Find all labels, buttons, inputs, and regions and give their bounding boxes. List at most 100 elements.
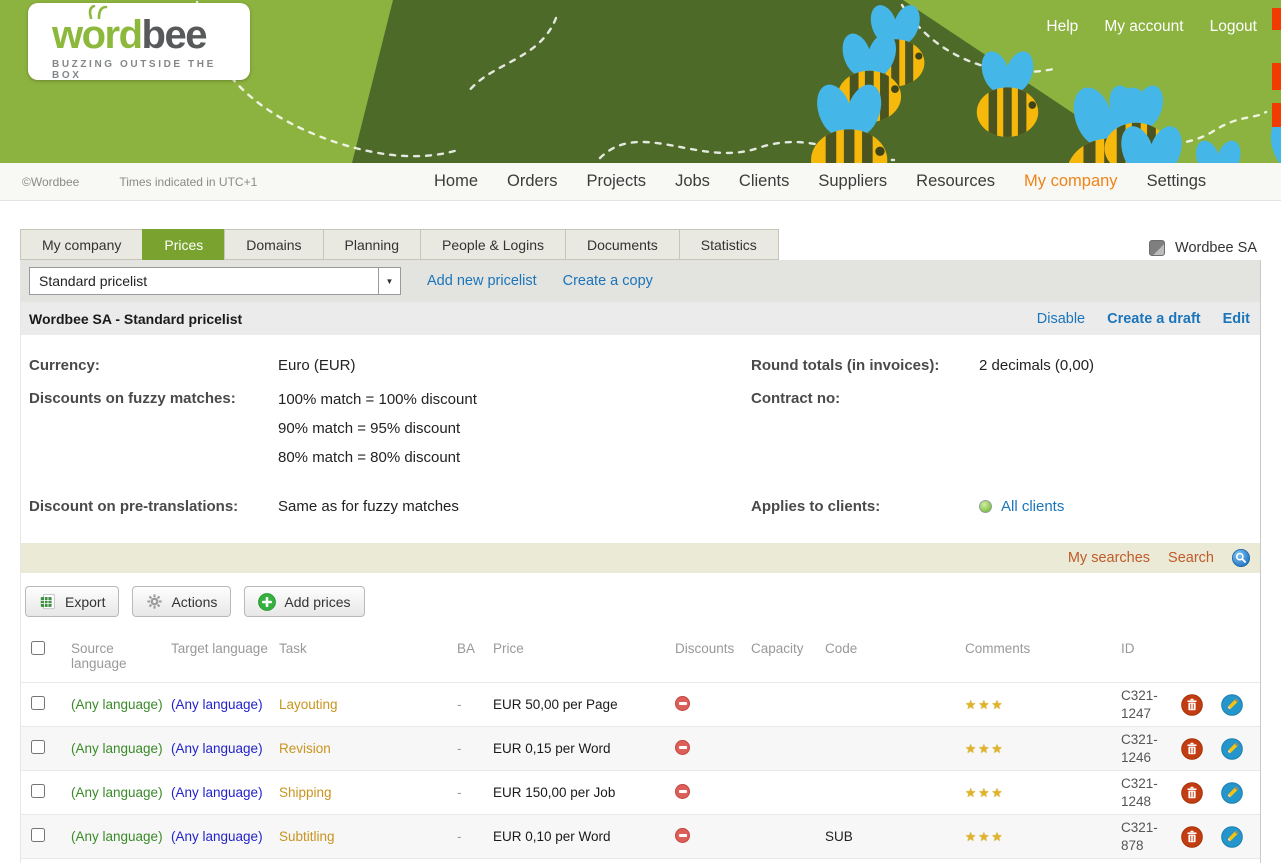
row-id: C321-1246 xyxy=(1121,731,1181,766)
chevron-down-icon[interactable]: ▼ xyxy=(378,268,400,294)
tab-domains[interactable]: Domains xyxy=(224,229,323,260)
search-link[interactable]: Search xyxy=(1168,550,1214,566)
table-row: (Any language) (Any language) Translatio… xyxy=(21,858,1260,863)
pricelist-select[interactable]: Standard pricelist ▼ xyxy=(29,267,401,295)
price-value: EUR 0,15 per Word xyxy=(493,741,675,756)
target-language: (Any language) xyxy=(171,829,279,844)
contract-no-label: Contract no: xyxy=(751,390,979,472)
pricelist-title-row: Wordbee SA - Standard pricelist Disable … xyxy=(21,302,1260,335)
nav-item-home[interactable]: Home xyxy=(434,172,478,191)
source-language: (Any language) xyxy=(71,697,171,712)
scrollbar-marker xyxy=(1272,8,1281,30)
edit-icon[interactable] xyxy=(1221,782,1243,804)
col-capacity[interactable]: Capacity xyxy=(751,641,825,656)
export-button[interactable]: Export xyxy=(25,586,119,617)
nav-item-suppliers[interactable]: Suppliers xyxy=(818,172,887,191)
source-language: (Any language) xyxy=(71,785,171,800)
row-id: C321-1247 xyxy=(1121,687,1181,722)
tab-my-company[interactable]: My company xyxy=(20,229,143,260)
nav-item-settings[interactable]: Settings xyxy=(1147,172,1207,191)
edit-icon[interactable] xyxy=(1221,694,1243,716)
nav-item-jobs[interactable]: Jobs xyxy=(675,172,710,191)
wordbee-logo: wordbee BUZZING OUTSIDE THE BOX xyxy=(28,3,250,80)
create-copy-link[interactable]: Create a copy xyxy=(563,273,653,289)
add-new-pricelist-link[interactable]: Add new pricelist xyxy=(427,273,537,289)
task-link[interactable]: Shipping xyxy=(279,785,332,800)
table-body: (Any language) (Any language) Layouting … xyxy=(21,682,1260,863)
create-draft-link[interactable]: Create a draft xyxy=(1107,311,1200,327)
nav-item-clients[interactable]: Clients xyxy=(739,172,789,191)
edit-icon[interactable] xyxy=(1221,738,1243,760)
help-link[interactable]: Help xyxy=(1046,18,1078,36)
row-checkbox[interactable] xyxy=(31,740,45,754)
currency-label: Currency: xyxy=(29,357,278,374)
delete-icon[interactable] xyxy=(1181,782,1203,804)
table-row: (Any language) (Any language) Shipping -… xyxy=(21,770,1260,814)
target-language: (Any language) xyxy=(171,741,279,756)
edit-link[interactable]: Edit xyxy=(1223,311,1250,327)
tab-people-logins[interactable]: People & Logins xyxy=(420,229,566,260)
tab-documents[interactable]: Documents xyxy=(565,229,680,260)
pretranslation-discount-value: Same as for fuzzy matches xyxy=(278,498,751,515)
col-target-language[interactable]: Target language xyxy=(171,641,279,656)
row-id: C321-1248 xyxy=(1121,775,1181,810)
company-badge: Wordbee SA xyxy=(1149,240,1257,256)
col-source-language[interactable]: Source language xyxy=(71,641,171,671)
ba-value: - xyxy=(457,785,493,800)
my-searches-link[interactable]: My searches xyxy=(1068,550,1150,566)
account-links: Help My account Logout xyxy=(1046,18,1257,36)
nav-item-orders[interactable]: Orders xyxy=(507,172,557,191)
col-discounts[interactable]: Discounts xyxy=(675,641,751,656)
pricelist-title: Wordbee SA - Standard pricelist xyxy=(29,311,242,327)
tab-statistics[interactable]: Statistics xyxy=(679,229,779,260)
logo-tagline: BUZZING OUTSIDE THE BOX xyxy=(52,59,250,81)
header-banner: wordbee BUZZING OUTSIDE THE BOX Help My … xyxy=(0,0,1281,163)
col-task[interactable]: Task xyxy=(279,641,457,656)
delete-icon[interactable] xyxy=(1181,694,1203,716)
main-nav: Home Orders Projects Jobs Clients Suppli… xyxy=(434,163,1206,200)
company-icon xyxy=(1149,240,1165,256)
col-price[interactable]: Price xyxy=(493,641,675,656)
tab-prices[interactable]: Prices xyxy=(142,229,225,260)
excel-icon xyxy=(39,593,57,611)
discount-denied-icon xyxy=(675,696,690,711)
nav-item-projects[interactable]: Projects xyxy=(586,172,646,191)
delete-icon[interactable] xyxy=(1181,826,1203,848)
actions-button[interactable]: Actions xyxy=(132,586,231,617)
col-comments[interactable]: Comments xyxy=(965,641,1121,656)
prices-panel: Standard pricelist ▼ Add new pricelist C… xyxy=(20,260,1261,863)
row-id: C321-878 xyxy=(1121,819,1181,854)
disable-link[interactable]: Disable xyxy=(1037,311,1085,327)
price-value: EUR 150,00 per Job xyxy=(493,785,675,800)
my-account-link[interactable]: My account xyxy=(1104,18,1183,36)
col-code[interactable]: Code xyxy=(825,641,965,656)
row-checkbox[interactable] xyxy=(31,696,45,710)
round-totals-value: 2 decimals (0,00) xyxy=(979,357,1260,374)
select-all-checkbox[interactable] xyxy=(31,641,45,655)
round-totals-label: Round totals (in invoices): xyxy=(751,357,979,374)
col-id[interactable]: ID xyxy=(1121,641,1181,656)
task-link[interactable]: Subtitling xyxy=(279,829,335,844)
task-link[interactable]: Revision xyxy=(279,741,331,756)
all-clients-status-icon xyxy=(979,500,992,513)
col-ba[interactable]: BA xyxy=(457,641,493,656)
comments-rating: ★★★ xyxy=(965,741,1121,756)
currency-value: Euro (EUR) xyxy=(278,357,751,374)
delete-icon[interactable] xyxy=(1181,738,1203,760)
all-clients-link[interactable]: All clients xyxy=(1001,498,1064,515)
pricelist-select-row: Standard pricelist ▼ Add new pricelist C… xyxy=(21,260,1260,302)
edit-icon[interactable] xyxy=(1221,826,1243,848)
logout-link[interactable]: Logout xyxy=(1210,18,1257,36)
row-checkbox[interactable] xyxy=(31,828,45,842)
nav-item-resources[interactable]: Resources xyxy=(916,172,995,191)
main-content: My company Prices Domains Planning Peopl… xyxy=(0,201,1281,863)
search-icon[interactable] xyxy=(1232,549,1250,567)
tab-planning[interactable]: Planning xyxy=(323,229,422,260)
discount-denied-icon xyxy=(675,740,690,755)
row-checkbox[interactable] xyxy=(31,784,45,798)
gear-icon xyxy=(146,593,163,610)
task-link[interactable]: Layouting xyxy=(279,697,338,712)
pricelist-select-value: Standard pricelist xyxy=(39,273,147,289)
nav-item-my-company[interactable]: My company xyxy=(1024,172,1118,191)
add-prices-button[interactable]: Add prices xyxy=(244,586,364,617)
